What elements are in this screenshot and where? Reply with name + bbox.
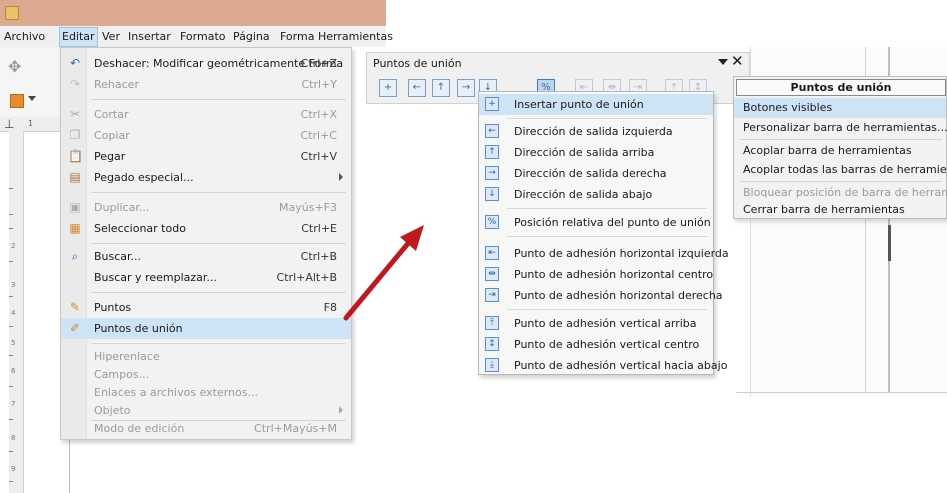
menubar: Archivo Editar Ver Insertar Formato Pági… (0, 26, 393, 47)
points-icon: ✎ (69, 300, 81, 314)
menu-item-visible-buttons[interactable]: Botones visibles (734, 98, 946, 118)
paste-icon: 📋 (68, 149, 83, 163)
list-item[interactable]: → Dirección de salida derecha (479, 163, 713, 184)
list-item[interactable]: ⇥ Punto de adhesión horizontal derecha (479, 285, 723, 306)
exit-bottom-icon: ↓ (485, 187, 499, 201)
drawing-toolbar (0, 87, 60, 117)
menu-item-paste[interactable]: 📋 Pegar Ctrl+V (61, 146, 351, 167)
exit-top-icon[interactable]: ↑ (432, 79, 450, 97)
menu-formato[interactable]: Formato (180, 30, 226, 43)
ruler-number: 3 (11, 281, 16, 289)
duplicate-icon: ▣ (69, 200, 81, 214)
context-menu-title: Puntos de unión (736, 79, 946, 96)
horizontal-right-icon: ⇥ (485, 288, 499, 302)
visible-buttons-menu: + Insertar punto de unión ← Dirección de… (478, 91, 729, 375)
arrow-shaft (343, 238, 413, 321)
glue-points-icon: ✐ (69, 321, 81, 335)
menu-item-find[interactable]: ⌕ Buscar... Ctrl+B (61, 246, 351, 267)
exit-right-icon[interactable]: → (457, 79, 475, 97)
menu-item-edit-mode[interactable]: Modo de edición Ctrl+Mayús+M (61, 418, 351, 439)
ruler-number: 5 (11, 339, 16, 347)
vertical-bottom-icon: ⤓ (485, 358, 499, 372)
undo-icon: ↶ (69, 56, 81, 70)
exit-top-icon: ↑ (485, 145, 499, 159)
select-all-icon: ▦ (69, 221, 81, 235)
horizontal-left-icon: ⇤ (485, 246, 499, 260)
divider (736, 392, 947, 393)
list-item[interactable]: ⇤ Punto de adhesión horizontal izquierda (479, 243, 729, 264)
menu-forma[interactable]: Forma (280, 30, 314, 43)
list-item[interactable]: + Insertar punto de unión (479, 94, 713, 115)
app-icon (5, 6, 19, 20)
redo-icon: ↷ (69, 77, 81, 91)
list-item[interactable]: ← Dirección de salida izquierda (479, 121, 713, 142)
menu-item-redo[interactable]: ↷ Rehacer Ctrl+Y (61, 74, 351, 95)
menu-item-glue-points[interactable]: ✐ Puntos de unión (61, 318, 351, 339)
list-item[interactable]: ↑ Dirección de salida arriba (479, 142, 713, 163)
horizontal-ruler: ⊥ 1 (0, 117, 60, 132)
scrollbar-handle[interactable] (888, 225, 891, 261)
toolbar-title: Puntos de unión (373, 57, 462, 70)
ruler-number: 7 (11, 400, 16, 408)
menu-item-undo[interactable]: ↶ Deshacer: Modificar geométricamente Fo… (61, 53, 351, 74)
standard-toolbar: ✥ (0, 47, 60, 88)
toolbar-context-menu: Puntos de unión Botones visibles Persona… (733, 76, 947, 219)
submenu-arrow-icon (339, 406, 343, 414)
move-icon[interactable]: ✥ (8, 57, 21, 76)
list-item[interactable]: % Posición relativa del punto de unión (479, 212, 713, 233)
toolbar-options-icon[interactable] (718, 59, 728, 65)
ruler-origin-icon: ⊥ (4, 117, 15, 131)
edit-menu: ↶ Deshacer: Modificar geométricamente Fo… (60, 47, 352, 440)
exit-left-icon: ← (485, 124, 499, 138)
menu-pagina[interactable]: Página (233, 30, 270, 43)
menu-ver[interactable]: Ver (102, 30, 120, 43)
exit-left-icon[interactable]: ← (408, 79, 426, 97)
menu-herramientas[interactable]: Herramientas (318, 30, 393, 43)
copy-icon: ❐ (69, 128, 81, 142)
annotation-arrow (343, 225, 424, 321)
search-icon: ⌕ (71, 249, 79, 263)
menu-item-select-all[interactable]: ▦ Seleccionar todo Ctrl+E (61, 218, 351, 239)
vertical-center-icon: ↕ (485, 337, 499, 351)
insert-glue-point-icon[interactable]: + (379, 79, 397, 97)
menu-archivo[interactable]: Archivo (4, 30, 45, 43)
horizontal-center-icon: ⇹ (485, 267, 499, 281)
ruler-number: 4 (11, 309, 16, 317)
menu-item-close-toolbar[interactable]: Cerrar barra de herramientas (734, 200, 946, 218)
percent-icon: % (485, 215, 499, 229)
list-item[interactable]: ⤒ Punto de adhesión vertical arriba (479, 313, 713, 334)
ruler-number: 9 (11, 465, 16, 473)
ruler-number: 2 (11, 242, 16, 250)
ruler-number: 8 (11, 434, 16, 442)
menu-insertar[interactable]: Insertar (128, 30, 171, 43)
menu-item-copy[interactable]: ❐ Copiar Ctrl+C (61, 125, 351, 146)
vertical-top-icon: ⤒ (485, 316, 499, 330)
list-item[interactable]: ⤓ Punto de adhesión vertical hacia abajo (479, 355, 727, 374)
menu-item-duplicate[interactable]: ▣ Duplicar... Mayús+F3 (61, 197, 351, 218)
window-titlebar (0, 0, 386, 26)
vertical-ruler: 2 3 4 5 6 7 8 9 (9, 131, 24, 493)
menu-item-dock-all-toolbars[interactable]: Acoplar todas las barras de herramientas (734, 160, 947, 180)
menu-item-customize-toolbar[interactable]: Personalizar barra de herramientas... (734, 118, 947, 138)
paste-special-icon: ▤ (69, 170, 81, 184)
insert-glue-point-icon: + (485, 97, 499, 111)
submenu-arrow-icon (339, 173, 343, 181)
shape-icon[interactable] (10, 94, 24, 108)
menu-item-dock-toolbar[interactable]: Acoplar barra de herramientas (734, 141, 946, 161)
menu-item-find-replace[interactable]: Buscar y reemplazar... Ctrl+Alt+B (61, 267, 351, 288)
menu-item-cut[interactable]: ✂ Cortar Ctrl+X (61, 104, 351, 125)
ruler-number: 1 (28, 119, 34, 128)
close-icon[interactable]: ✕ (731, 52, 744, 70)
menu-item-points[interactable]: ✎ Puntos F8 (61, 297, 351, 318)
cut-icon: ✂ (69, 107, 81, 121)
list-item[interactable]: ⇹ Punto de adhesión horizontal centro (479, 264, 713, 285)
list-item[interactable]: ↓ Dirección de salida abajo (479, 184, 713, 205)
list-item[interactable]: ↕ Punto de adhesión vertical centro (479, 334, 713, 355)
ruler-number: 6 (11, 367, 16, 375)
chevron-down-icon[interactable] (28, 96, 36, 101)
exit-right-icon: → (485, 166, 499, 180)
menu-editar[interactable]: Editar (59, 27, 98, 47)
menu-item-paste-special[interactable]: ▤ Pegado especial... (61, 167, 351, 188)
